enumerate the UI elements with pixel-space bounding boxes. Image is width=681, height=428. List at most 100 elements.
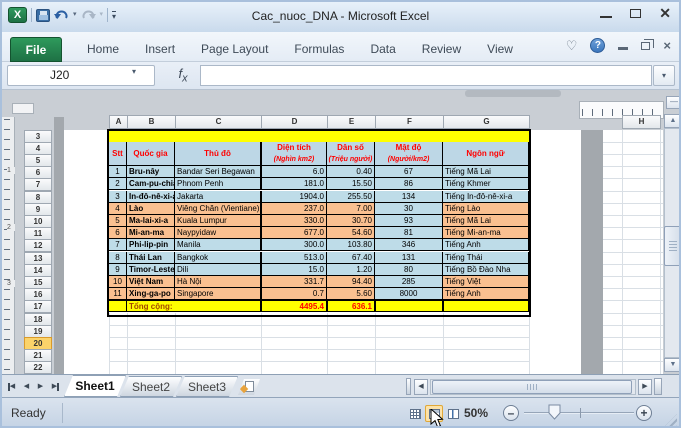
column-header-A[interactable]: A [109,115,128,129]
cell-stt-row-6[interactable]: 6 [109,227,127,239]
cell-area-row-10[interactable]: 331.7 [261,276,327,288]
cell-capital-row-10[interactable]: Hà Nội [175,276,261,288]
tab-scroll-next-icon[interactable]: ▶ [34,379,47,394]
minimize-workbook-icon[interactable] [618,47,628,50]
tab-page-layout[interactable]: Page Layout [188,37,281,62]
split-handle[interactable]: — [666,96,679,109]
cell-stt-row-9[interactable]: 9 [109,264,127,276]
table-header-4[interactable]: Diện tích(Nghìn km2) [261,142,327,166]
cell-area-row-8[interactable]: 513.0 [261,252,327,264]
cell-density-row-6[interactable]: 81 [375,227,443,239]
cell-capital-row-11[interactable]: Singapore [175,288,261,300]
cell-area-row-7[interactable]: 300.0 [261,239,327,251]
row-header-17[interactable]: 17 [24,300,52,313]
cell-stt-row-7[interactable]: 7 [109,239,127,251]
cell-capital-row-6[interactable]: Naypyidaw [175,227,261,239]
cell-country-row-4[interactable]: Lào [127,203,175,215]
cell-country-row-8[interactable]: Thái Lan [127,252,175,264]
normal-view-button[interactable] [406,405,424,422]
column-header-C[interactable]: C [175,115,262,129]
row-header-6[interactable]: 6 [24,166,52,179]
cell-stt-row-5[interactable]: 5 [109,215,127,227]
column-header-F[interactable]: F [375,115,444,129]
undo-dropdown-icon[interactable]: ▾ [73,10,77,20]
column-header-B[interactable]: B [127,115,176,129]
zoom-out-button[interactable]: – [503,405,519,421]
hscroll-left-icon[interactable]: ◀ [414,379,428,395]
cell-density-row-8[interactable]: 131 [375,252,443,264]
cell-capital-row-9[interactable]: Dili [175,264,261,276]
insert-function-icon[interactable]: fx [170,66,196,85]
total-area[interactable]: 4495.4 [261,300,327,312]
cell-stt-row-3[interactable]: 3 [109,191,127,203]
tab-review[interactable]: Review [409,37,474,62]
restore-workbook-icon[interactable] [641,42,650,50]
cell-pop-row-1[interactable]: 0.40 [327,166,375,178]
cell-country-row-10[interactable]: Việt Nam [127,276,175,288]
column-header-E[interactable]: E [327,115,376,129]
cell-capital-row-5[interactable]: Kuala Lumpur [175,215,261,227]
cell-country-row-3[interactable]: In-đô-nê-xi-a [127,191,175,203]
cell-density-row-3[interactable]: 134 [375,191,443,203]
total-stt[interactable] [109,300,127,312]
expand-formula-bar-icon[interactable]: ▾ [653,65,675,86]
scroll-up-icon[interactable]: ▲ [664,114,679,128]
zoom-in-button[interactable]: + [636,405,652,421]
cell-density-row-9[interactable]: 80 [375,264,443,276]
cell-area-row-9[interactable]: 15.0 [261,264,327,276]
cell-pop-row-3[interactable]: 255.50 [327,191,375,203]
row-header-14[interactable]: 14 [24,264,52,277]
total-lang[interactable] [443,300,529,312]
table-header-7[interactable]: Ngôn ngữ [443,142,529,166]
total-label[interactable]: Tổng cộng: [127,300,261,312]
help-icon[interactable]: ? [590,38,605,53]
tab-home[interactable]: Home [74,37,132,62]
vertical-scrollbar-thumb[interactable] [664,226,679,266]
tab-data[interactable]: Data [357,37,408,62]
row-header-11[interactable]: 11 [24,227,52,240]
cell-capital-row-1[interactable]: Bandar Seri Begawan [175,166,261,178]
tab-view[interactable]: View [474,37,526,62]
cell-capital-row-8[interactable]: Bangkok [175,252,261,264]
cell-country-row-2[interactable]: Cam-pu-chia [127,178,175,190]
row-header-9[interactable]: 9 [24,203,52,216]
row-header-16[interactable]: 16 [24,288,52,301]
cell-density-row-2[interactable]: 86 [375,178,443,190]
save-icon[interactable] [36,9,50,22]
cell-capital-row-3[interactable]: Jakarta [175,191,261,203]
row-header-19[interactable]: 19 [24,325,52,338]
cell-pop-row-4[interactable]: 7.00 [327,203,375,215]
cell-stt-row-11[interactable]: 11 [109,288,127,300]
cell-density-row-7[interactable]: 346 [375,239,443,251]
table-header-2[interactable]: Quốc gia [127,142,175,166]
cell-pop-row-8[interactable]: 67.40 [327,252,375,264]
scroll-down-icon[interactable]: ▼ [664,358,679,372]
zoom-slider-track[interactable] [524,412,634,414]
cell-country-row-7[interactable]: Phi-lip-pin [127,239,175,251]
cell-density-row-10[interactable]: 285 [375,276,443,288]
resize-grip[interactable] [663,414,677,428]
cell-density-row-11[interactable]: 8000 [375,288,443,300]
cell-country-row-6[interactable]: Mi-an-ma [127,227,175,239]
total-density[interactable] [375,300,443,312]
cell-lang-row-7[interactable]: Tiếng Anh [443,239,529,251]
cell-density-row-1[interactable]: 67 [375,166,443,178]
table-header-3[interactable]: Thủ đô [175,142,261,166]
tab-insert[interactable]: Insert [132,37,188,62]
cell-area-row-11[interactable]: 0.7 [261,288,327,300]
cell-lang-row-5[interactable]: Tiếng Mã Lai [443,215,529,227]
maximize-icon[interactable] [630,9,641,18]
cell-pop-row-10[interactable]: 94.40 [327,276,375,288]
table-header-6[interactable]: Mật độ(Người/km2) [375,142,443,166]
cell-pop-row-9[interactable]: 1.20 [327,264,375,276]
cell-pop-row-7[interactable]: 103.80 [327,239,375,251]
cell-stt-row-1[interactable]: 1 [109,166,127,178]
sheet-tab-sheet2[interactable]: Sheet2 [120,376,182,397]
cell-country-row-5[interactable]: Ma-lai-xi-a [127,215,175,227]
close-workbook-icon[interactable]: × [663,39,671,52]
row-header-7[interactable]: 7 [24,178,52,191]
cell-density-row-5[interactable]: 93 [375,215,443,227]
cell-stt-row-2[interactable]: 2 [109,178,127,190]
row-header-4[interactable]: 4 [24,142,52,155]
scrollbar-split-handle[interactable] [654,378,662,395]
